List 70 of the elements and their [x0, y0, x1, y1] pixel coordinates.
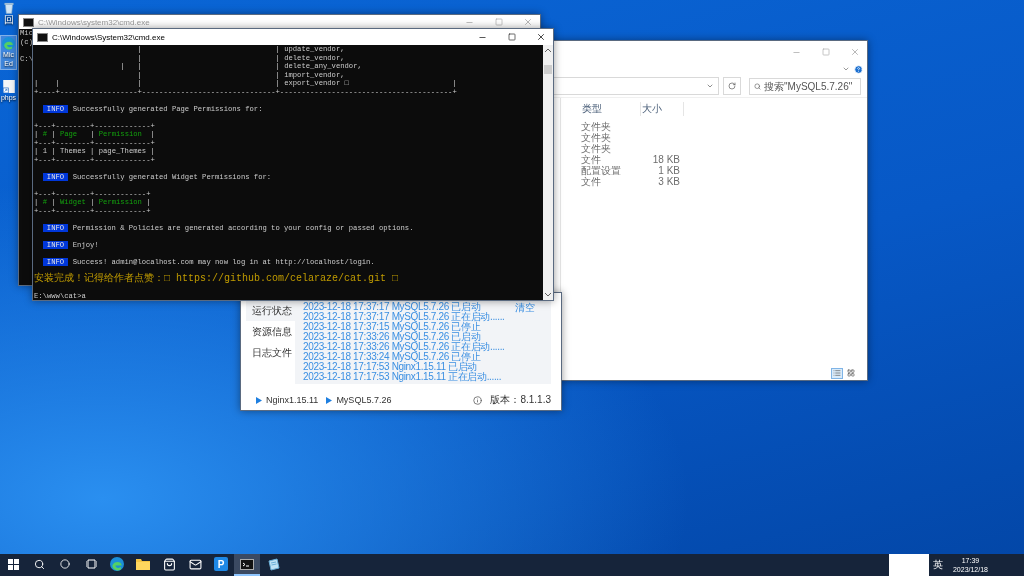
- file-type: 配置设置: [581, 165, 622, 176]
- windows-logo-icon: [7, 558, 19, 570]
- close-icon: [522, 17, 533, 27]
- file-type: 文件夹: [581, 121, 612, 132]
- scrollbar[interactable]: [543, 45, 553, 300]
- close-icon: [535, 32, 546, 42]
- column-header[interactable]: 类型: [581, 102, 641, 116]
- file-type: 文件夹: [581, 143, 612, 154]
- play-icon: [326, 396, 333, 404]
- log-line: 2023-12-18 17:37:17 MySQL5.7.26 正在启动......: [303, 312, 506, 322]
- list-icon: [833, 369, 841, 377]
- log-line: 2023-12-18 17:33:24 MySQL5.7.26 已停止: [303, 352, 481, 362]
- file-type: 文件: [581, 154, 601, 165]
- grid-icon: [847, 369, 855, 377]
- file-size: 3 KB: [657, 176, 681, 187]
- taskbar-button[interactable]: [234, 554, 260, 576]
- edge-icon: [110, 557, 124, 571]
- search-icon: [754, 82, 761, 90]
- file-size: 18 KB: [651, 154, 681, 165]
- scroll-up-icon[interactable]: [545, 48, 551, 52]
- refresh-button[interactable]: [723, 77, 741, 95]
- shopping-bag-icon: [162, 557, 176, 571]
- edge-icon: [2, 37, 15, 50]
- icons-view-button[interactable]: [845, 367, 857, 379]
- input-method-button[interactable]: 英: [928, 554, 947, 576]
- version-label: 版本：8.1.1.3: [490, 393, 551, 407]
- notepad-icon: [266, 557, 280, 571]
- dropdown-icon: [706, 82, 714, 90]
- desktop-icon[interactable]: 回: [0, 0, 17, 27]
- log-line: 2023-12-18 17:33:26 MySQL5.7.26 已启动: [303, 332, 482, 342]
- task-view-icon: [85, 559, 97, 569]
- log-line: 2023-12-18 17:17:53 Nginx1.15.11 正在启动......: [303, 372, 503, 382]
- log-line: 2023-12-18 17:33:26 MySQL5.7.26 正在启动......: [303, 342, 506, 352]
- file-type: 文件夹: [581, 132, 612, 143]
- file-type: 文件: [581, 176, 602, 187]
- log-line: 2023-12-18 17:37:17 MySQL5.7.26 已启动: [303, 302, 482, 312]
- window-title: C:\Windows\System32\cmd.exe: [52, 32, 166, 42]
- console-icon: [23, 17, 34, 27]
- search-icon: [33, 558, 45, 570]
- scroll-thumb[interactable]: [544, 65, 552, 74]
- terminal-text: 安装完成！记得给作者点赞：□ https://github.com/celaraze/cat.git □: [34, 274, 399, 283]
- play-icon: [256, 396, 262, 404]
- close-icon: [849, 47, 860, 57]
- shortcut-icon: [2, 80, 15, 93]
- help-icon[interactable]: [854, 64, 863, 74]
- chevron-icon[interactable]: [842, 65, 850, 73]
- nav-item[interactable]: 运行状态: [246, 300, 295, 321]
- taskbar-button[interactable]: P: [208, 554, 234, 576]
- log-line: 2023-12-18 17:17:53 Nginx1.15.11 已启动: [303, 362, 477, 372]
- search-field[interactable]: 搜索"MySQL5.7.26": [749, 77, 861, 95]
- log-line: 2023-12-18 17:37:15 MySQL5.7.26 已停止: [303, 322, 481, 332]
- blank-panel: [888, 554, 929, 576]
- details-view-button[interactable]: [831, 367, 843, 379]
- icon-label: 回: [3, 14, 14, 25]
- refresh-icon: [728, 82, 736, 90]
- console-icon: [37, 32, 48, 42]
- window-title: C:\Windows\system32\cmd.exe: [38, 17, 151, 27]
- circle-icon: [60, 559, 70, 569]
- phpstudy-icon: P: [214, 557, 228, 571]
- recycle-bin-icon: [2, 2, 15, 14]
- file-size: 1 KB: [657, 165, 681, 176]
- folder-icon: [136, 558, 150, 570]
- mail-icon: [188, 557, 202, 571]
- console-icon: [240, 558, 254, 570]
- service-button[interactable]: Nginx1.15.11: [256, 395, 319, 405]
- service-button[interactable]: MySQL5.7.26: [326, 395, 392, 405]
- scroll-down-icon[interactable]: [545, 293, 551, 297]
- column-header[interactable]: 大小: [641, 102, 684, 116]
- info-icon: [473, 395, 483, 405]
- maximize-icon: [821, 48, 830, 56]
